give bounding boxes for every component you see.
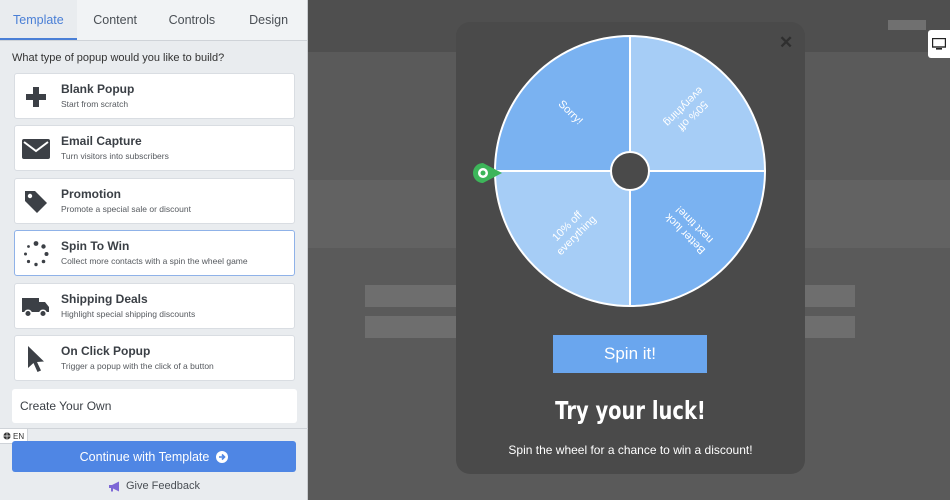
cursor-icon	[21, 344, 51, 374]
template-card-shipping-deals[interactable]: Shipping Deals Highlight special shippin…	[14, 283, 295, 329]
continue-with-template-button[interactable]: Continue with Template	[12, 441, 296, 472]
template-title: Shipping Deals	[61, 292, 148, 306]
prize-wheel: Sorry! 50% offeverything Better lucknext…	[493, 34, 767, 308]
template-subtitle: Trigger a popup with the click of a butt…	[61, 361, 214, 371]
template-card-spin-to-win[interactable]: Spin To Win Collect more contacts with a…	[14, 230, 295, 276]
truck-icon	[21, 292, 51, 322]
give-feedback-link[interactable]: Give Feedback	[0, 480, 308, 492]
language-code: EN	[13, 431, 25, 441]
wheel-hub	[610, 151, 650, 191]
template-title: On Click Popup	[61, 344, 151, 358]
feedback-label: Give Feedback	[126, 480, 200, 492]
tab-design[interactable]: Design	[230, 0, 307, 40]
template-subtitle: Highlight special shipping discounts	[61, 309, 196, 319]
spin-button[interactable]: Spin it!	[553, 335, 707, 373]
globe-icon	[3, 432, 11, 440]
tag-icon	[21, 187, 51, 217]
template-subtitle: Start from scratch	[61, 99, 129, 109]
template-card-on-click-popup[interactable]: On Click Popup Trigger a popup with the …	[14, 335, 295, 381]
template-card-promotion[interactable]: Promotion Promote a special sale or disc…	[14, 178, 295, 224]
template-panel: Template Content Controls Design What ty…	[0, 0, 308, 500]
template-subtitle: Promote a special sale or discount	[61, 204, 191, 214]
template-title: Email Capture	[61, 134, 142, 148]
spinner-icon	[21, 239, 51, 269]
template-subtitle: Collect more contacts with a spin the wh…	[61, 256, 248, 266]
divider	[0, 428, 308, 429]
wheel-pointer-icon	[473, 163, 502, 183]
template-title: Promotion	[61, 187, 121, 201]
template-title: Blank Popup	[61, 82, 135, 96]
mock-nav-bar	[888, 20, 926, 30]
template-subtitle: Turn visitors into subscribers	[61, 151, 169, 161]
tab-template[interactable]: Template	[0, 0, 77, 40]
popup-subline: Spin the wheel for a chance to win a dis…	[508, 443, 753, 457]
template-card-blank-popup[interactable]: Blank Popup Start from scratch	[14, 73, 295, 119]
arrow-circle-right-icon	[216, 450, 229, 463]
continue-label: Continue with Template	[79, 449, 210, 464]
envelope-icon	[21, 134, 51, 164]
desktop-preview-toggle[interactable]	[928, 30, 950, 58]
popup-type-question: What type of popup would you like to bui…	[12, 52, 225, 64]
popup-headline: Try your luck!	[555, 396, 706, 425]
tab-bar: Template Content Controls Design	[0, 0, 307, 41]
monitor-icon	[932, 38, 946, 50]
create-your-own-option[interactable]: Create Your Own	[12, 389, 297, 423]
plus-icon	[21, 82, 51, 112]
tab-controls[interactable]: Controls	[154, 0, 231, 40]
tab-content[interactable]: Content	[77, 0, 154, 40]
template-title: Spin To Win	[61, 239, 130, 253]
megaphone-icon	[109, 481, 119, 491]
close-icon[interactable]: ✕	[779, 33, 793, 53]
template-card-email-capture[interactable]: Email Capture Turn visitors into subscri…	[14, 125, 295, 171]
